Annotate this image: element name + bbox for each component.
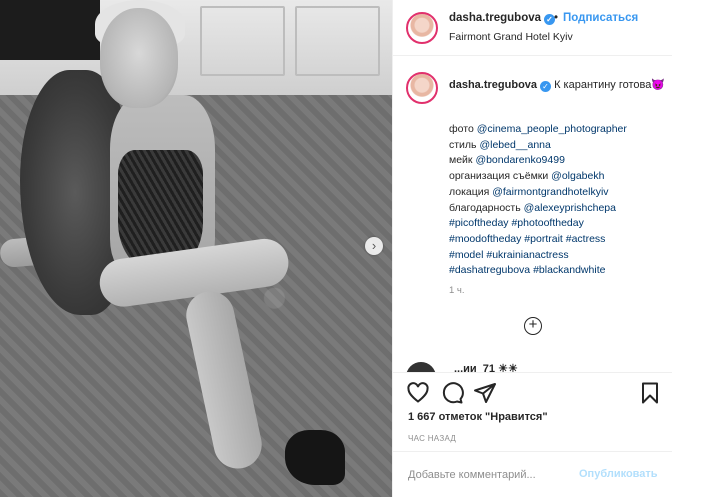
follow-button[interactable]: Подписаться bbox=[563, 12, 638, 24]
caption-line: фото @cinema_people_photographer bbox=[449, 122, 669, 138]
caption-line-label: локация bbox=[449, 185, 493, 198]
load-more-comments-button[interactable]: + bbox=[524, 317, 542, 335]
hashtag-link[interactable]: #moodoftheday #portrait #actress bbox=[449, 233, 605, 245]
hashtag-link[interactable]: #model #ukrainianactress bbox=[449, 249, 569, 261]
hashtag-link[interactable]: #picoftheday #photooftheday bbox=[449, 217, 584, 229]
caption-line: благодарность @alexeyprishchepa bbox=[449, 201, 669, 217]
post-photo[interactable]: › bbox=[0, 0, 392, 497]
caption-timestamp[interactable]: 1 ч. bbox=[449, 285, 465, 296]
add-comment-form: Опубликовать bbox=[393, 451, 673, 497]
post-username[interactable]: dasha.tregubova ✓ bbox=[449, 12, 556, 25]
caption-line-label: мейк bbox=[449, 154, 476, 167]
avatar[interactable] bbox=[406, 362, 436, 372]
comment-icon[interactable] bbox=[440, 381, 464, 405]
caption-username[interactable]: dasha.tregubova bbox=[449, 79, 537, 91]
photo-wall-panel bbox=[295, 6, 380, 76]
comment-input[interactable] bbox=[408, 466, 578, 484]
post-age[interactable]: ЧАС НАЗАД bbox=[408, 434, 456, 443]
caption-line: организация съёмки @olgabekh bbox=[449, 169, 669, 185]
share-icon[interactable] bbox=[473, 381, 497, 405]
comment-username[interactable]: ...ии_71 ☀☀ bbox=[454, 362, 518, 372]
mention-link[interactable]: @alexeyprishchepa bbox=[524, 202, 616, 214]
avatar[interactable] bbox=[406, 12, 438, 44]
caption-line: стиль @lebed__anna bbox=[449, 138, 669, 154]
hashtag-link[interactable]: #dashatregubova #blackandwhite bbox=[449, 264, 605, 276]
mention-link[interactable]: @olgabekh bbox=[551, 170, 604, 182]
comment-item: ...ии_71 ☀☀ bbox=[406, 362, 666, 372]
caption-line: #model #ukrainianactress bbox=[449, 248, 669, 264]
caption-line-label: фото bbox=[449, 123, 477, 135]
caption-lines: фото @cinema_people_photographer стиль @… bbox=[449, 122, 669, 279]
photo-dark-furniture bbox=[0, 0, 100, 60]
caption-line: #moodoftheday #portrait #actress bbox=[449, 232, 669, 248]
caption-line: мейк @bondarenko9499 bbox=[449, 153, 669, 169]
photo-heel bbox=[285, 430, 345, 485]
bookmark-icon[interactable] bbox=[638, 381, 662, 405]
caption-line: локация @fairmontgrandhotelkyiv bbox=[449, 185, 669, 201]
likes-count[interactable]: 1 667 отметок "Нравится" bbox=[408, 411, 548, 423]
mention-link[interactable]: @cinema_people_photographer bbox=[477, 123, 627, 135]
chevron-right-icon[interactable]: › bbox=[365, 237, 383, 255]
separator-dot: • bbox=[554, 12, 559, 24]
username-text[interactable]: dasha.tregubova bbox=[449, 12, 541, 24]
publish-button[interactable]: Опубликовать bbox=[579, 468, 658, 480]
mention-link[interactable]: @lebed__anna bbox=[479, 139, 550, 151]
caption-body: dasha.tregubova ✓ К карантину готова😈 bbox=[449, 78, 669, 94]
mention-link[interactable]: @bondarenko9499 bbox=[475, 154, 564, 166]
verified-badge-icon: ✓ bbox=[540, 81, 552, 92]
caption-line-label: благодарность bbox=[449, 201, 524, 214]
caption-line: #dashatregubova #blackandwhite bbox=[449, 263, 669, 279]
heart-icon[interactable] bbox=[406, 381, 430, 405]
post-side-panel: dasha.tregubova ✓ • Подписаться Fairmont … bbox=[392, 0, 673, 497]
caption-line: #picoftheday #photooftheday bbox=[449, 216, 669, 232]
photo-leg bbox=[181, 286, 267, 474]
avatar[interactable] bbox=[406, 72, 438, 104]
mention-link[interactable]: @fairmontgrandhotelkyiv bbox=[492, 186, 608, 198]
caption-line-label: организация съёмки bbox=[449, 170, 552, 183]
caption-text: К карантину готова😈 bbox=[554, 79, 666, 91]
photo-wall-panel bbox=[200, 6, 285, 76]
caption-line-label: стиль bbox=[449, 138, 480, 151]
page-background bbox=[672, 0, 713, 497]
photo-head bbox=[100, 8, 178, 108]
post-header: dasha.tregubova ✓ • Подписаться Fairmont … bbox=[393, 0, 673, 56]
post-location[interactable]: Fairmont Grand Hotel Kyiv bbox=[449, 31, 573, 43]
